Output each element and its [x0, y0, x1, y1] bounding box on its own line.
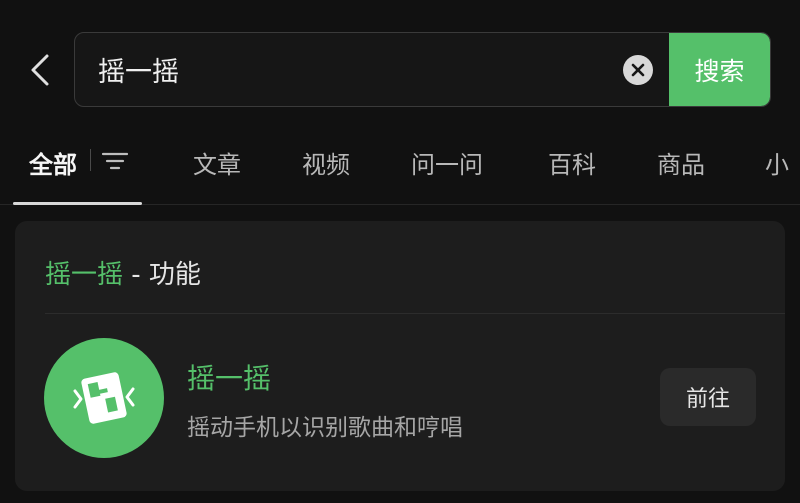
item-title[interactable]: 摇一摇: [187, 357, 271, 397]
clear-icon: [631, 63, 645, 77]
shake-app-icon[interactable]: [44, 338, 164, 458]
tab-wiki[interactable]: 百科: [548, 145, 596, 180]
tab-ask[interactable]: 问一问: [411, 145, 483, 180]
shake-icon: [73, 372, 135, 424]
search-input[interactable]: [75, 33, 670, 106]
result-card: 摇一摇 - 功能 摇一摇 摇动手机以识别歌曲和哼唱 前往: [15, 221, 785, 491]
tab-articles[interactable]: 文章: [193, 145, 241, 180]
card-divider: [45, 313, 785, 314]
filter-icon[interactable]: [101, 151, 129, 171]
back-button[interactable]: [22, 50, 58, 90]
active-tab-indicator: [13, 202, 142, 205]
chevron-left-icon: [31, 54, 49, 86]
card-header-keyword: 摇一摇: [45, 260, 124, 290]
card-header: 摇一摇 - 功能: [45, 254, 201, 291]
tab-divider: [90, 149, 91, 171]
goto-button[interactable]: 前往: [660, 368, 756, 426]
item-description: 摇动手机以识别歌曲和哼唱: [187, 415, 463, 441]
clear-button[interactable]: [623, 55, 653, 85]
card-header-suffix: - 功能: [123, 260, 201, 290]
search-bar: 搜索: [74, 32, 771, 107]
search-button[interactable]: 搜索: [669, 33, 770, 106]
tab-all[interactable]: 全部: [29, 145, 77, 180]
tab-bar: 全部 文章 视频 问一问 百科 商品 小: [0, 133, 800, 205]
tab-mini[interactable]: 小: [765, 145, 789, 180]
tab-products[interactable]: 商品: [657, 145, 705, 180]
tab-videos[interactable]: 视频: [302, 145, 350, 180]
